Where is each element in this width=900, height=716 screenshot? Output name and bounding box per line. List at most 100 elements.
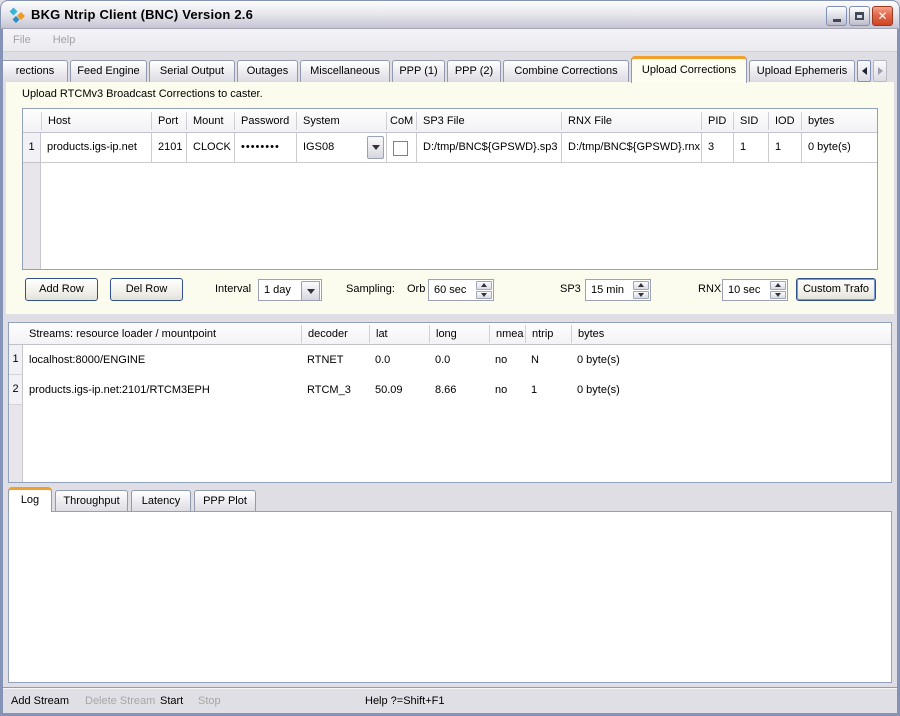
cell-decoder[interactable]: RTCM_3 <box>301 375 369 405</box>
interval-combobox[interactable]: 1 day <box>258 279 322 301</box>
cell-ntrip[interactable]: N <box>525 345 571 375</box>
tab-scroll-left-button[interactable] <box>857 60 871 82</box>
spin-up-button[interactable] <box>770 281 786 290</box>
stop-button[interactable]: Stop <box>198 695 221 707</box>
column-header-ntrip[interactable]: ntrip <box>525 325 571 343</box>
column-header-sid[interactable]: SID <box>733 112 768 130</box>
cell-lat[interactable]: 50.09 <box>369 375 429 405</box>
menu-help[interactable]: Help <box>53 34 76 46</box>
column-header-bytes[interactable]: bytes <box>571 325 691 343</box>
log-output-area[interactable] <box>8 511 892 683</box>
tab-upload-ephemeris[interactable]: Upload Ephemeris <box>749 60 855 82</box>
menu-file[interactable]: File <box>13 34 31 46</box>
cell-host[interactable]: products.igs-ip.net <box>41 133 151 162</box>
minimize-button[interactable] <box>826 6 847 26</box>
cell-ntrip[interactable]: 1 <box>525 375 571 405</box>
spin-down-button[interactable] <box>476 291 492 300</box>
spin-up-button[interactable] <box>476 281 492 290</box>
tab-outages[interactable]: Outages <box>237 60 298 82</box>
tab-ppp-plot[interactable]: PPP Plot <box>194 490 256 512</box>
column-header-decoder[interactable]: decoder <box>301 325 369 343</box>
spin-down-button[interactable] <box>770 291 786 300</box>
system-dropdown-button[interactable] <box>367 136 384 159</box>
cell-lat[interactable]: 0.0 <box>369 345 429 375</box>
column-header-mount[interactable]: Mount <box>186 112 234 130</box>
table-row[interactable]: 2 products.igs-ip.net:2101/RTCM3EPH RTCM… <box>9 375 891 405</box>
row-number[interactable]: 2 <box>9 375 23 405</box>
cell-password[interactable]: •••••••• <box>234 133 296 162</box>
maximize-button[interactable] <box>849 6 870 26</box>
row-number[interactable]: 1 <box>23 133 41 163</box>
cell-nmea[interactable]: no <box>489 375 525 405</box>
spin-down-button[interactable] <box>633 291 649 300</box>
cell-rnx-file[interactable]: D:/tmp/BNC${GPSWD}.rnx <box>561 133 701 162</box>
cell-bytes[interactable]: 0 byte(s) <box>571 345 691 375</box>
orb-spinbox[interactable]: 60 sec <box>428 279 494 301</box>
cell-bytes[interactable]: 0 byte(s) <box>571 375 691 405</box>
title-bar[interactable]: BKG Ntrip Client (BNC) Version 2.6 ✕ <box>0 0 900 29</box>
column-header-sp3-file[interactable]: SP3 File <box>416 112 561 130</box>
tab-serial-output[interactable]: Serial Output <box>149 60 235 82</box>
tab-feed-engine[interactable]: Feed Engine <box>70 60 147 82</box>
close-button[interactable]: ✕ <box>872 6 893 26</box>
add-row-button[interactable]: Add Row <box>25 278 98 301</box>
table-row[interactable]: 1 localhost:8000/ENGINE RTNET 0.0 0.0 no… <box>9 345 891 375</box>
column-header-host[interactable]: Host <box>41 112 151 130</box>
orb-spin-buttons <box>476 281 492 299</box>
cell-sp3-file[interactable]: D:/tmp/BNC${GPSWD}.sp3 <box>416 133 561 162</box>
sampling-label: Sampling: <box>346 283 395 295</box>
cell-sid[interactable]: 1 <box>733 133 768 162</box>
tab-ppp-1[interactable]: PPP (1) <box>392 60 445 82</box>
cell-iod[interactable]: 1 <box>768 133 801 162</box>
column-header-rownum[interactable] <box>23 112 41 130</box>
cell-port[interactable]: 2101 <box>151 133 186 162</box>
tab-upload-corrections[interactable]: Upload Corrections <box>631 56 747 83</box>
del-row-button[interactable]: Del Row <box>110 278 183 301</box>
custom-trafo-button[interactable]: Custom Trafo <box>796 278 876 301</box>
cell-long[interactable]: 0.0 <box>429 345 489 375</box>
column-header-bytes[interactable]: bytes <box>801 112 877 130</box>
cell-bytes[interactable]: 0 byte(s) <box>801 133 877 162</box>
tab-throughput[interactable]: Throughput <box>55 490 128 512</box>
column-header-pid[interactable]: PID <box>701 112 733 130</box>
cell-nmea[interactable]: no <box>489 345 525 375</box>
cell-decoder[interactable]: RTNET <box>301 345 369 375</box>
cell-system-combobox[interactable]: IGS08 <box>296 133 386 162</box>
sp3-value: 15 min <box>591 280 624 300</box>
cell-long[interactable]: 8.66 <box>429 375 489 405</box>
column-header-rnx-file[interactable]: RNX File <box>561 112 701 130</box>
cell-mountpoint[interactable]: products.igs-ip.net:2101/RTCM3EPH <box>23 375 301 405</box>
cell-mountpoint[interactable]: localhost:8000/ENGINE <box>23 345 301 375</box>
tab-miscellaneous[interactable]: Miscellaneous <box>300 60 390 82</box>
tab-log[interactable]: Log <box>8 487 52 512</box>
column-header-mountpoint[interactable]: Streams: resource loader / mountpoint <box>23 325 301 343</box>
tab-ppp-2[interactable]: PPP (2) <box>447 60 501 82</box>
column-header-long[interactable]: long <box>429 325 489 343</box>
row-number[interactable]: 1 <box>9 345 23 375</box>
start-button[interactable]: Start <box>160 695 183 707</box>
tab-latency[interactable]: Latency <box>131 490 191 512</box>
column-header-lat[interactable]: lat <box>369 325 429 343</box>
interval-dropdown-button[interactable] <box>301 281 320 301</box>
column-header-com[interactable]: CoM <box>386 112 416 130</box>
delete-stream-button[interactable]: Delete Stream <box>85 695 155 707</box>
system-value: IGS08 <box>303 141 334 153</box>
column-header-password[interactable]: Password <box>234 112 296 130</box>
column-header-system[interactable]: System <box>296 112 386 130</box>
spin-up-button[interactable] <box>633 281 649 290</box>
com-checkbox[interactable] <box>393 141 408 156</box>
cell-mount[interactable]: CLOCK <box>186 133 234 162</box>
bottom-toolbar: Add Stream Delete Stream Start Stop Help… <box>3 687 897 713</box>
add-stream-button[interactable]: Add Stream <box>11 695 69 707</box>
table-row[interactable]: products.igs-ip.net 2101 CLOCK •••••••• … <box>23 133 877 163</box>
rnx-spinbox[interactable]: 10 sec <box>722 279 788 301</box>
column-header-port[interactable]: Port <box>151 112 186 130</box>
tab-combine-corrections[interactable]: Combine Corrections <box>503 60 629 82</box>
sp3-spinbox[interactable]: 15 min <box>585 279 651 301</box>
column-header-iod[interactable]: IOD <box>768 112 801 130</box>
tab-scroll-right-button[interactable] <box>873 60 887 82</box>
tab-corrections[interactable]: rections <box>3 60 68 82</box>
column-header-nmea[interactable]: nmea <box>489 325 525 343</box>
window-controls: ✕ <box>826 6 893 27</box>
cell-pid[interactable]: 3 <box>701 133 733 162</box>
